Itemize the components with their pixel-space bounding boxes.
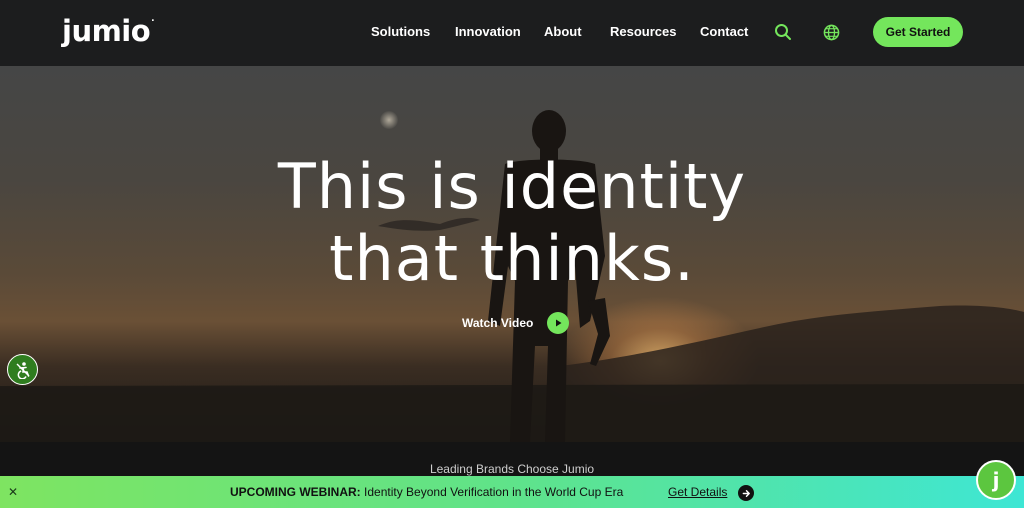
watch-video-label: Watch Video: [462, 316, 534, 330]
logo-mark: .: [151, 14, 155, 24]
banner-lead: UPCOMING WEBINAR:: [230, 485, 361, 499]
search-icon[interactable]: [774, 23, 792, 46]
watch-video-button[interactable]: Watch Video: [462, 312, 570, 334]
hero-headline: This is identity that thinks.: [0, 151, 1024, 295]
banner-message: UPCOMING WEBINAR: Identity Beyond Verifi…: [230, 485, 623, 499]
top-navigation: jumio. Solutions Innovation About Resour…: [0, 0, 1024, 66]
nav-item-resources[interactable]: Resources: [610, 24, 676, 39]
get-details-link[interactable]: Get Details: [668, 485, 727, 499]
banner-text: Identity Beyond Verification in the Worl…: [364, 485, 624, 499]
brands-heading: Leading Brands Choose Jumio: [429, 462, 595, 476]
nav-item-about[interactable]: About: [544, 24, 582, 39]
webinar-banner: ✕ UPCOMING WEBINAR: Identity Beyond Veri…: [0, 476, 1024, 508]
arrow-right-icon[interactable]: [738, 485, 754, 501]
logo-text: jumio: [62, 14, 151, 48]
nav-item-contact[interactable]: Contact: [700, 24, 748, 39]
close-icon[interactable]: ✕: [8, 485, 18, 499]
get-started-button[interactable]: Get Started: [873, 17, 963, 47]
hero-section: This is identity that thinks. Watch Vide…: [0, 66, 1024, 442]
play-icon[interactable]: [547, 312, 570, 334]
hero-title-line-1: This is identity: [277, 150, 747, 223]
accessibility-icon[interactable]: [7, 354, 38, 385]
brands-section: Leading Brands Choose Jumio: [0, 442, 1024, 476]
globe-icon[interactable]: [823, 24, 840, 46]
hero-title-line-2: that thinks.: [329, 222, 695, 295]
jumio-logo[interactable]: jumio.: [62, 14, 155, 48]
chat-widget-button[interactable]: j: [976, 460, 1016, 500]
nav-item-innovation[interactable]: Innovation: [455, 24, 521, 39]
nav-item-solutions[interactable]: Solutions: [371, 24, 430, 39]
